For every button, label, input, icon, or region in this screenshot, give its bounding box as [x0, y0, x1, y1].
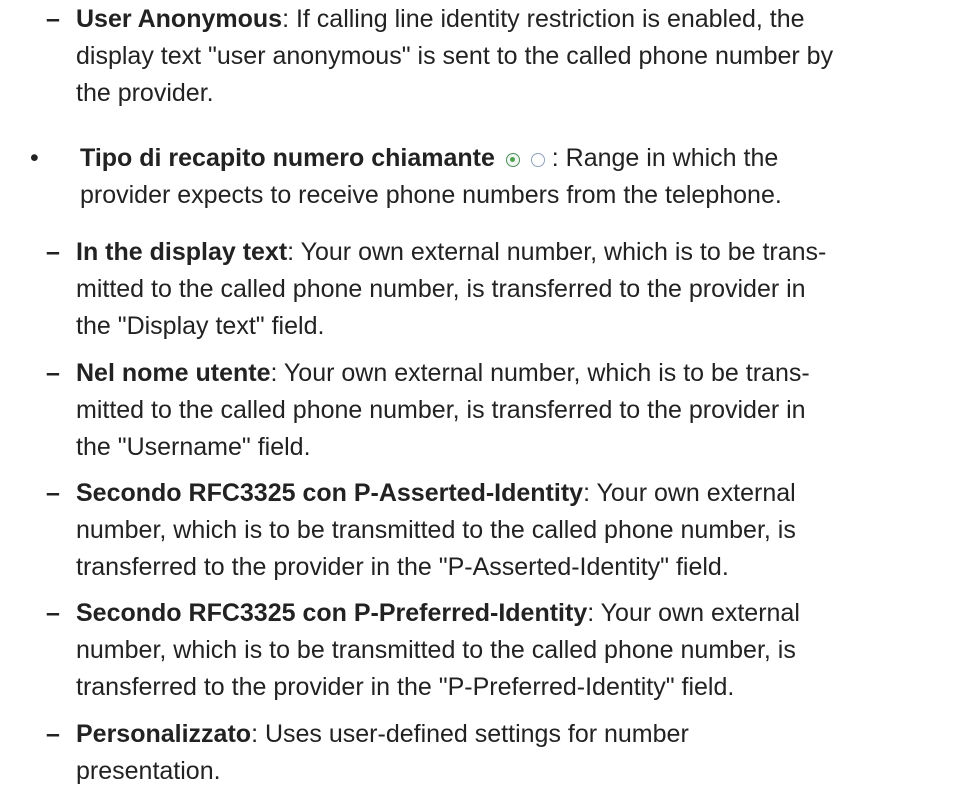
- description-line: : Your own external: [583, 479, 796, 507]
- list-item-text: In the display text: Your own external n…: [76, 234, 946, 345]
- dash-marker: –: [46, 479, 60, 507]
- list-item-text: Tipo di recapito numero chiamante : Rang…: [80, 140, 940, 214]
- dash-marker: –: [46, 238, 60, 266]
- dash-marker: –: [46, 720, 60, 748]
- dash-marker: –: [46, 359, 60, 387]
- term-label: Tipo di recapito numero chiamante: [80, 144, 495, 172]
- radio-unchecked-icon: [530, 153, 545, 167]
- description-line: the "Username" field.: [76, 433, 311, 461]
- description-line: transferred to the provider in the "P-As…: [76, 553, 729, 581]
- description-line: number, which is to be transmitted to th…: [76, 516, 796, 544]
- description-line: : Your own external: [587, 599, 800, 627]
- list-item-p-asserted-identity: – Secondo RFC3325 con P-Asserted-Identit…: [46, 475, 946, 586]
- term-label: In the display text: [76, 238, 288, 266]
- description-line: the provider.: [76, 79, 214, 107]
- description-line: presentation.: [76, 757, 221, 785]
- list-item-in-the-display-text: – In the display text: Your own external…: [46, 234, 946, 345]
- dash-marker: –: [46, 599, 60, 627]
- dash-marker: –: [46, 5, 60, 33]
- list-item-user-anonymous: – User Anonymous: If calling line identi…: [46, 1, 946, 112]
- description-line: : Your own external number, which is to …: [270, 359, 810, 387]
- description-line: the "Display text" field.: [76, 312, 325, 340]
- description-line: : Your own external number, which is to …: [287, 238, 827, 266]
- list-item-text: Personalizzato: Uses user-defined settin…: [76, 716, 946, 790]
- list-item-text: Secondo RFC3325 con P-Asserted-Identity:…: [76, 475, 946, 586]
- description-line: provider expects to receive phone number…: [80, 181, 782, 209]
- description-line: display text "user anonymous" is sent to…: [76, 42, 834, 70]
- list-item-tipo-di-recapito: • Tipo di recapito numero chiamante : Ra…: [0, 140, 940, 214]
- description-line: transferred to the provider in the "P-Pr…: [76, 673, 735, 701]
- term-label: Secondo RFC3325 con P-Preferred-Identity: [76, 599, 588, 627]
- description-line: mitted to the called phone number, is tr…: [76, 396, 806, 424]
- description-line: : If calling line identity restriction i…: [282, 5, 805, 33]
- description-line: : Uses user-defined settings for number: [251, 720, 689, 748]
- term-label: User Anonymous: [76, 5, 283, 33]
- radio-checked-icon: [505, 153, 520, 167]
- description-line: : Range in which the: [544, 144, 779, 172]
- description-line: mitted to the called phone number, is tr…: [76, 275, 806, 303]
- term-label: Nel nome utente: [76, 359, 271, 387]
- description-line: number, which is to be transmitted to th…: [76, 636, 796, 664]
- list-item-nel-nome-utente: – Nel nome utente: Your own external num…: [46, 355, 946, 466]
- list-item-text: User Anonymous: If calling line identity…: [76, 1, 946, 112]
- list-item-personalizzato: – Personalizzato: Uses user-defined sett…: [46, 716, 946, 790]
- bullet-marker: •: [30, 144, 39, 172]
- term-label: Secondo RFC3325 con P-Asserted-Identity: [76, 479, 584, 507]
- term-label: Personalizzato: [76, 720, 252, 748]
- list-item-p-preferred-identity: – Secondo RFC3325 con P-Preferred-Identi…: [46, 595, 946, 706]
- list-item-text: Nel nome utente: Your own external numbe…: [76, 355, 946, 466]
- list-item-text: Secondo RFC3325 con P-Preferred-Identity…: [76, 595, 946, 706]
